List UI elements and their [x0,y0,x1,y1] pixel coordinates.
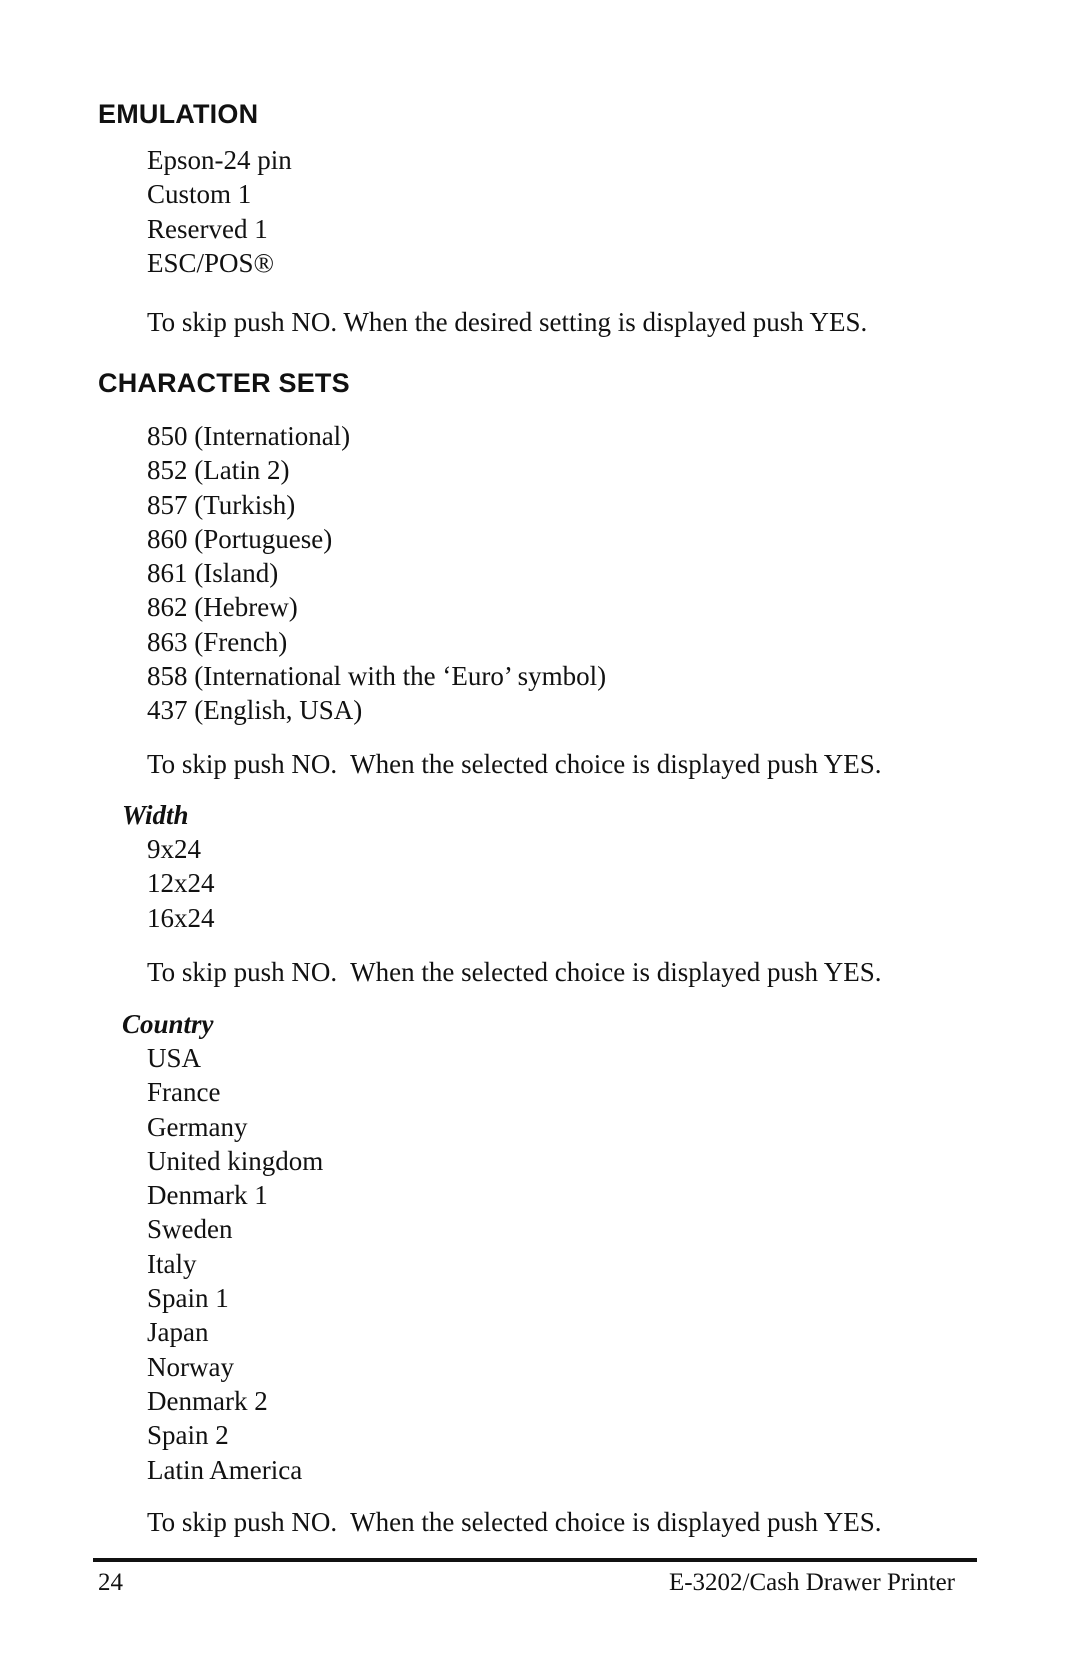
list-item: USA [147,1043,202,1073]
list-item: France [147,1077,221,1108]
list-item: 437 (English, USA) [147,695,363,726]
list-item: Epson-24 pin [147,145,292,175]
list-item: Denmark 1 [147,1180,268,1211]
list-item: Norway [147,1351,234,1382]
page-number: 24 [98,1569,123,1596]
emulation-instruction: To skip push NO. When the desired settin… [147,307,868,337]
list-item: Custom 1 [147,179,252,210]
list-item: Spain 2 [147,1420,229,1451]
character-sets-heading: CHARACTER SETS [98,368,350,398]
list-item: 12x24 [147,868,215,899]
list-item: 852 (Latin 2) [147,455,290,486]
list-item: United kingdom [147,1145,324,1176]
list-item: 9x24 [147,834,201,864]
country-subheading: Country [122,1009,214,1039]
list-item: ESC/POS® [147,247,275,278]
width-options-list: 9x24 12x24 16x24 [147,832,215,935]
list-item: Latin America [147,1454,303,1485]
list-item: 861 (Island) [147,558,279,589]
list-item: Reserved 1 [147,213,268,244]
list-item: Spain 1 [147,1283,229,1314]
manual-page: EMULATION Epson-24 pin Custom 1 Reserved… [0,0,1080,1669]
character-sets-options-list: 850 (International) 852 (Latin 2) 857 (T… [147,419,606,728]
emulation-options-list: Epson-24 pin Custom 1 Reserved 1 ESC/POS… [147,143,292,280]
character-sets-instruction: To skip push NO. When the selected choic… [147,749,882,779]
width-instruction: To skip push NO. When the selected choic… [147,957,882,987]
country-options-list: USA France Germany United kingdom Denmar… [147,1041,323,1487]
list-item: 862 (Hebrew) [147,592,298,623]
list-item: 857 (Turkish) [147,489,296,520]
footer-divider [93,1558,977,1562]
list-item: 16x24 [147,902,215,933]
list-item: Sweden [147,1214,233,1245]
list-item: 860 (Portuguese) [147,523,333,554]
list-item: 863 (French) [147,626,288,657]
emulation-heading: EMULATION [98,99,259,129]
country-instruction: To skip push NO. When the selected choic… [147,1507,882,1537]
list-item: 858 (International with the ‘Euro’ symbo… [147,661,607,692]
list-item: Japan [147,1317,209,1348]
document-title: E-3202/Cash Drawer Printer [668,1569,955,1596]
width-subheading: Width [122,800,189,830]
list-item: 850 (International) [147,421,351,451]
list-item: Denmark 2 [147,1385,268,1416]
list-item: Germany [147,1111,248,1142]
list-item: Italy [147,1248,197,1279]
